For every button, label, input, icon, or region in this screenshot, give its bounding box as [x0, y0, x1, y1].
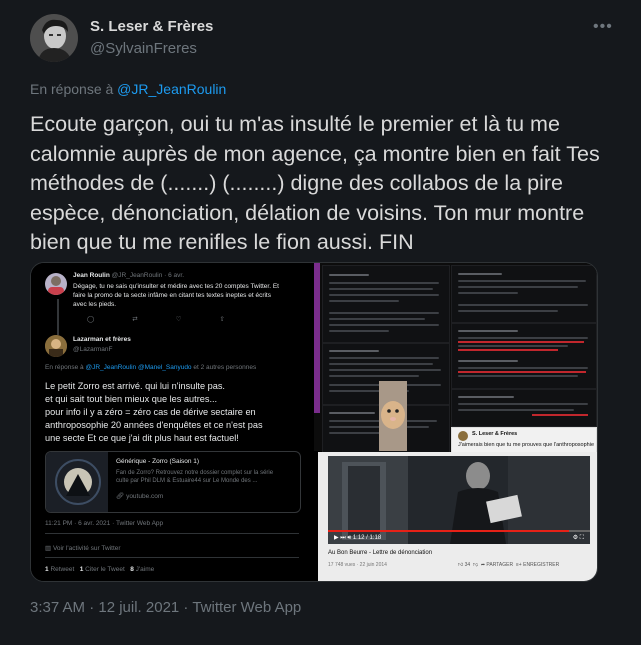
collage-shot [451, 265, 597, 323]
media-body-line: anthroposophie 20 années d'enquêtes et c… [45, 420, 263, 430]
media-timestamp: 11:21 PM · 6 avr. 2021 · Twitter Web App [45, 520, 164, 527]
video-actions: 👍︎ 34 👎︎ ➦ PARTAGER ≡+ ENREGISTRER [458, 562, 560, 568]
volume-icon: 🔊︎ [347, 535, 352, 541]
hamster-photo-icon [379, 381, 407, 451]
author-name[interactable]: S. Leser & Frères [90, 18, 213, 35]
card-link: 🔗︎ youtube.com [116, 493, 164, 500]
person-icon [48, 276, 64, 295]
media-activity: ▥ Voir l'activité sur Twitter [45, 545, 121, 552]
video-right-controls: ⚙︎ ⛶ [573, 534, 584, 542]
thumb-up-icon: 👍︎ [458, 562, 464, 568]
media-tweet1-line: faire la promo de ta secte infâme en cit… [73, 292, 271, 299]
media-thread-screenshot: Jean Roulin @JR_JeanRoulin · 6 avr. Déga… [31, 263, 313, 581]
video-meta: 17 748 vues · 22 juin 2014 [328, 562, 387, 568]
collage-photo [379, 381, 407, 451]
tweet-media-image[interactable]: Jean Roulin @JR_JeanRoulin · 6 avr. Déga… [30, 262, 598, 582]
thread-connector [57, 299, 59, 335]
media-body-line: pour info il y a zéro = zéro cas de déri… [45, 407, 256, 417]
collage-name: S. Leser & Frères [472, 431, 518, 437]
media-tweet1-actions: ◯⇄♡⇧ [87, 316, 263, 323]
portrait-icon [45, 335, 67, 357]
reply-mention-link[interactable]: @JR_JeanRoulin [117, 81, 226, 97]
collage-shot [451, 323, 597, 389]
media-body-line: une secte Et ce que j'ai dit plus haut e… [45, 433, 239, 443]
collage-shot-light: S. Leser & Frères J'aimerais bien que tu… [451, 427, 597, 453]
next-icon: ⏭ [340, 535, 346, 541]
avatar-portrait-image [30, 14, 78, 62]
video-title: Au Bon Beurre - Lettre de dénonciation [328, 550, 433, 556]
divider [45, 557, 299, 558]
card-thumbnail [46, 452, 108, 512]
tweet: S. Leser & Frères @SylvainFreres ••• En … [0, 0, 641, 645]
media-reply-line: En réponse à @JR_JeanRoulin @Manel_Sanyu… [45, 364, 257, 371]
settings-icon: ⚙︎ [572, 535, 579, 541]
media-avatar-jean [45, 273, 67, 295]
media-body-line: et qui sait tout bien mieux que les autr… [45, 394, 218, 404]
card-description: Fan de Zorro? Retrouvez notre dossier co… [116, 470, 274, 476]
media-tweet2-handle: @LazarmanF [73, 346, 113, 353]
media-engagement: 1 Retweet 1 Citer le Tweet 8 J'aime [45, 566, 155, 573]
video-progress-fill [328, 530, 570, 532]
video-controls: ▶ ⏭ 🔊︎ 1:12 / 1:18 [334, 535, 382, 541]
card-title: Générique - Zorro (Saison 1) [116, 458, 200, 465]
tweet-timestamp[interactable]: 3:37 AM · 12 juil. 2021 · Twitter Web Ap… [30, 599, 301, 616]
video-progress-track [328, 530, 590, 532]
media-avatar-lazarman [45, 335, 67, 357]
mini-avatar-icon [458, 431, 468, 441]
card-description: culte par Phil DLM & Estuaire44 sur Le M… [116, 478, 258, 484]
thumb-down-icon: 👎︎ [472, 562, 479, 568]
media-tweet1-header: Jean Roulin @JR_JeanRoulin · 6 avr. [73, 272, 185, 279]
media-tweet1-line: avec les pieds. [73, 301, 116, 308]
reply-prefix: En réponse à [30, 81, 118, 97]
collage-shot [322, 265, 450, 343]
media-video-screenshot: ▶ ⏭ 🔊︎ 1:12 / 1:18 ⚙︎ ⛶ Au Bon Beurre - … [318, 452, 597, 581]
tweet-text: Ecoute garçon, oui tu m'as insulté le pr… [30, 112, 600, 254]
collage-caption: J'aimerais bien que tu me prouves que l'… [458, 442, 595, 448]
divider [45, 533, 299, 534]
media-body-line: Le petit Zorro est arrivé. qui lui n'ins… [45, 381, 225, 391]
reply-context: En réponse à @JR_JeanRoulin [30, 81, 226, 97]
video-frame: ▶ ⏭ 🔊︎ 1:12 / 1:18 ⚙︎ ⛶ [328, 456, 590, 544]
fullscreen-icon: ⛶ [579, 535, 584, 541]
chart-icon: ▥ [45, 545, 53, 552]
collage-accent-strip [314, 263, 320, 413]
author-handle[interactable]: @SylvainFreres [90, 40, 197, 57]
media-link-card: Générique - Zorro (Saison 1) Fan de Zorr… [45, 451, 301, 513]
collage-shot [451, 389, 597, 427]
share-icon: ➦ [480, 562, 486, 568]
more-options-icon[interactable]: ••• [593, 18, 617, 35]
zorro-thumbnail-icon [55, 459, 101, 505]
save-icon: ≡+ [515, 562, 522, 568]
play-icon: ▶ [334, 535, 339, 541]
media-tweet2-name: Lazarman et frères [73, 336, 131, 343]
link-icon: 🔗︎ [116, 493, 127, 500]
author-avatar[interactable] [30, 14, 78, 62]
media-tweet1-line: Dégage, tu ne sais qu'insulter et médire… [73, 283, 279, 290]
